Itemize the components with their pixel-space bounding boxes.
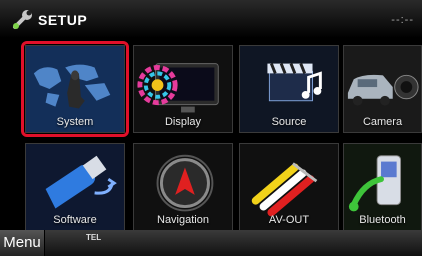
navigation-tile[interactable]: Navigation xyxy=(133,143,233,231)
page-title: SETUP xyxy=(38,12,88,28)
tile-label: AV-OUT xyxy=(268,214,310,226)
tel-indicator: TEL xyxy=(86,233,102,242)
clock: --:-- xyxy=(391,14,414,26)
av-out-tile[interactable]: AV-OUT xyxy=(239,143,339,231)
camera-tile[interactable]: Camera xyxy=(343,45,422,133)
tile-label: Navigation xyxy=(157,214,209,226)
menu-button[interactable]: Menu xyxy=(0,230,45,256)
tile-label: Display xyxy=(164,116,202,128)
bluetooth-tile[interactable]: Bluetooth xyxy=(343,143,422,231)
selection-highlight xyxy=(21,41,129,137)
software-tile[interactable]: Software xyxy=(25,143,125,231)
tile-label: Bluetooth xyxy=(359,214,406,226)
display-tile[interactable]: Display xyxy=(133,45,233,133)
wrench-icon xyxy=(13,10,32,29)
source-tile[interactable]: Source xyxy=(239,45,339,133)
tile-label: Camera xyxy=(362,116,403,128)
footer-bar xyxy=(0,230,422,256)
tile-label: Software xyxy=(53,214,97,226)
tile-label: Source xyxy=(271,116,307,128)
title-bar: SETUP --:-- xyxy=(0,0,422,38)
